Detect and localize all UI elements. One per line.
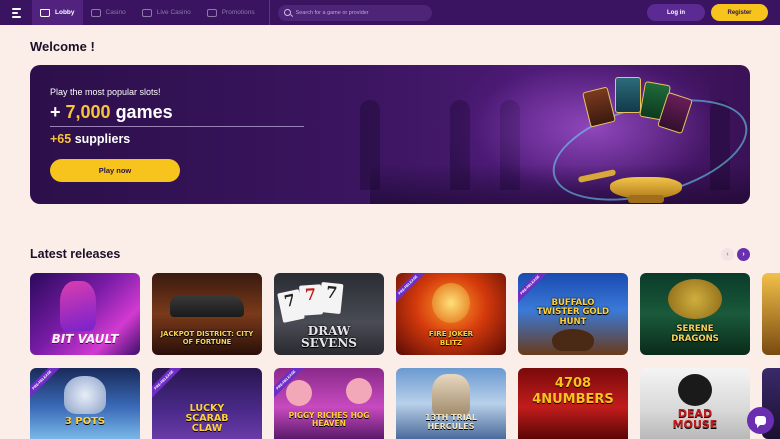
nav-item-live-casino[interactable]: Live Casino bbox=[134, 0, 199, 25]
tile-art-wolf bbox=[64, 376, 106, 414]
pre-release-ribbon: PRE-RELEASE bbox=[396, 273, 430, 307]
game-tile-3-pots[interactable]: PRE-RELEASE 3 POTS bbox=[30, 368, 140, 439]
carousel-next-button[interactable]: › bbox=[737, 248, 750, 261]
tile-art-pegasus bbox=[432, 374, 470, 416]
nav-item-lobby[interactable]: Lobby bbox=[32, 0, 83, 25]
home-icon bbox=[40, 8, 50, 17]
games-suffix: games bbox=[110, 102, 173, 122]
register-button[interactable]: Register bbox=[711, 4, 768, 21]
nav-item-label: Lobby bbox=[55, 9, 75, 16]
chevron-left-icon: ‹ bbox=[726, 251, 729, 258]
tile-art-pig bbox=[286, 380, 312, 406]
games-number: 7,000 bbox=[65, 102, 111, 122]
game-title: JACKPOT DISTRICT: CITY OF FORTUNE bbox=[160, 330, 254, 347]
tile-art-joker bbox=[432, 283, 470, 323]
game-title: 13TH TRIAL HERCULES bbox=[425, 413, 477, 431]
grid-icon bbox=[90, 8, 101, 17]
nav-item-label: Casino bbox=[105, 9, 126, 16]
tile-art bbox=[60, 281, 96, 331]
game-title: FIRE JOKER BLITZ bbox=[428, 330, 474, 347]
hamburger-icon bbox=[11, 7, 21, 18]
tile-art-pig bbox=[346, 378, 372, 404]
chat-button[interactable] bbox=[747, 407, 774, 434]
game-title: 4708 4NUMBERS bbox=[532, 376, 614, 407]
hero-underline bbox=[50, 126, 304, 127]
game-tile-lucky-scarab[interactable]: PRE-RELEASE LUCKY SCARAB CLAW bbox=[152, 368, 262, 439]
chevron-right-icon: › bbox=[742, 251, 745, 258]
game-tile-buffalo-twister[interactable]: PRE-RELEASE BUFFALO TWISTER GOLD HUNT bbox=[518, 273, 628, 355]
chat-icon bbox=[755, 416, 766, 428]
tile-art-buffalo bbox=[552, 329, 594, 351]
game-title: DEAD MOUSE bbox=[672, 407, 718, 431]
latest-releases-title: Latest releases bbox=[30, 247, 121, 261]
games-prefix: + bbox=[50, 102, 66, 122]
game-tile-serene-dragons[interactable]: SERENE DRAGONS bbox=[640, 273, 750, 355]
game-title: SERENE DRAGONS bbox=[671, 324, 719, 345]
game-tile-partial[interactable] bbox=[762, 273, 780, 355]
nav-item-label: Promotions bbox=[221, 9, 255, 16]
tile-card-7-spade: 7 bbox=[318, 281, 344, 315]
game-tile-draw-sevens[interactable]: 7 7 7 DRAW SEVENS bbox=[274, 273, 384, 355]
tile-art-dragon bbox=[668, 279, 722, 319]
welcome-title: Welcome ! bbox=[30, 39, 95, 54]
hero-suppliers-count: +65 suppliers bbox=[50, 132, 130, 146]
game-title: BIT VAULT bbox=[51, 332, 119, 346]
hero-games-count: + 7,000 games bbox=[50, 102, 173, 123]
game-tile-hercules[interactable]: 13TH TRIAL HERCULES bbox=[396, 368, 506, 439]
suppliers-number: +65 bbox=[50, 132, 72, 146]
game-tile-bit-vault[interactable]: BIT VAULT bbox=[30, 273, 140, 355]
game-tile-piggy-riches[interactable]: PRE-RELEASE PIGGY RICHES HOG HEAVEN bbox=[274, 368, 384, 439]
nav-item-promotions[interactable]: Promotions bbox=[199, 0, 263, 25]
lamp-base bbox=[628, 195, 664, 203]
game-tile-4numbers[interactable]: 4708 4NUMBERS bbox=[518, 368, 628, 439]
hero-banner[interactable]: Play the most popular slots! + 7,000 gam… bbox=[30, 65, 750, 204]
tile-art-mouse bbox=[678, 374, 712, 406]
live-icon bbox=[141, 8, 152, 17]
search-box[interactable] bbox=[277, 4, 432, 21]
game-title: BUFFALO TWISTER GOLD HUNT bbox=[536, 297, 610, 327]
game-tile-fire-joker-blitz[interactable]: PRE-RELEASE FIRE JOKER BLITZ bbox=[396, 273, 506, 355]
game-title: PIGGY RICHES HOG HEAVEN bbox=[288, 411, 370, 429]
login-button[interactable]: Log in bbox=[647, 4, 705, 21]
game-tile-dead-mouse[interactable]: DEAD MOUSE bbox=[640, 368, 750, 439]
menu-button[interactable] bbox=[0, 0, 32, 25]
game-title: 3 POTS bbox=[64, 416, 106, 427]
carousel-prev-button[interactable]: ‹ bbox=[721, 248, 734, 261]
nav-item-label: Live Casino bbox=[156, 9, 191, 16]
search-input[interactable] bbox=[295, 9, 426, 16]
tile-art-car bbox=[170, 295, 244, 317]
search-icon bbox=[283, 9, 291, 16]
game-tile-jackpot-district[interactable]: JACKPOT DISTRICT: CITY OF FORTUNE bbox=[152, 273, 262, 355]
nav-item-casino[interactable]: Casino bbox=[83, 0, 134, 25]
nav-divider bbox=[268, 0, 270, 25]
pre-release-ribbon: PRE-RELEASE bbox=[152, 368, 186, 402]
game-title: DRAW SEVENS bbox=[301, 324, 357, 350]
game-title: LUCKY SCARAB CLAW bbox=[185, 403, 229, 434]
hero-card-genie bbox=[615, 77, 641, 113]
play-now-button[interactable]: Play now bbox=[50, 159, 180, 182]
pre-release-ribbon: PRE-RELEASE bbox=[30, 368, 64, 402]
hero-subtitle: Play the most popular slots! bbox=[50, 87, 161, 97]
megaphone-icon bbox=[206, 8, 217, 17]
suppliers-suffix: suppliers bbox=[71, 132, 131, 146]
